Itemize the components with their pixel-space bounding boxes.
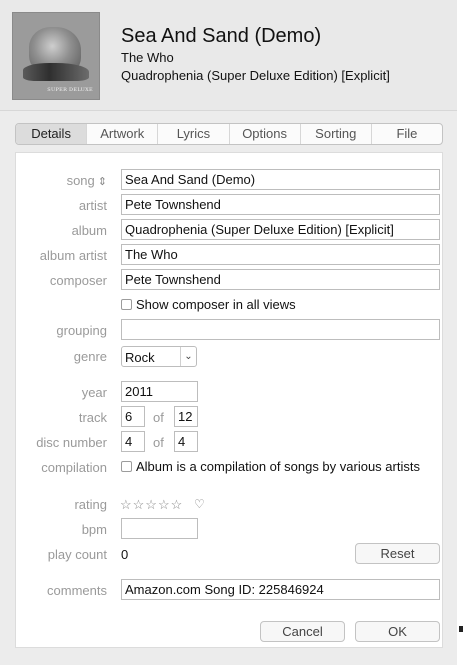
info-header: SUPER DELUXE Sea And Sand (Demo) The Who… [0,0,457,111]
artist-label: artist [78,198,107,213]
grouping-label: grouping [56,323,107,338]
get-info-window: SUPER DELUXE Sea And Sand (Demo) The Who… [0,0,457,665]
song-album: Quadrophenia (Super Deluxe Edition) [Exp… [121,68,390,83]
tab-bar: Details Artwork Lyrics Options Sorting F… [15,123,443,145]
album-artwork: SUPER DELUXE [12,12,100,100]
background-edge [457,0,463,665]
disc-total-field[interactable]: 4 [174,431,198,452]
rating-label: rating [74,497,107,512]
bpm-field[interactable] [121,518,198,539]
chevron-down-icon[interactable]: ⌄ [180,347,196,366]
disc-number-field[interactable]: 4 [121,431,145,452]
track-of-label: of [153,410,164,425]
cancel-button[interactable]: Cancel [260,621,345,642]
song-field[interactable]: Sea And Sand (Demo) [121,169,440,190]
track-number-field[interactable]: 6 [121,406,145,427]
edge-mark [459,626,463,632]
year-label: year [81,385,107,400]
tab-details[interactable]: Details [16,124,87,144]
play-count-label: play count [47,547,107,562]
play-count-value: 0 [121,547,129,562]
disc-number-label: disc number [36,435,107,450]
composer-field[interactable]: Pete Townshend [121,269,440,290]
track-total-field[interactable]: 12 [174,406,198,427]
show-composer-label[interactable]: Show composer in all views [136,297,296,312]
album-artist-field[interactable]: The Who [121,244,440,265]
song-label: song ⇕ [67,173,107,188]
love-heart-icon[interactable]: ♡ [194,497,205,511]
rating-stars[interactable]: ☆☆☆☆☆ [120,497,183,513]
reset-button[interactable]: Reset [355,543,440,564]
year-field[interactable]: 2011 [121,381,198,402]
ok-button[interactable]: OK [355,621,440,642]
genre-select[interactable]: Rock ⌄ [121,346,197,367]
track-label: track [78,410,107,425]
song-artist: The Who [121,50,174,65]
genre-label: genre [73,349,107,364]
comments-field[interactable]: Amazon.com Song ID: 225846924 [121,579,440,600]
composer-label: composer [49,273,107,288]
tab-lyrics[interactable]: Lyrics [157,124,228,144]
song-label-text: song [66,173,95,188]
disc-of-label: of [153,435,164,450]
comments-label: comments [47,583,107,598]
tab-sorting[interactable]: Sorting [299,124,371,144]
tab-file[interactable]: File [370,124,442,144]
grouping-field[interactable] [121,319,440,340]
artwork-scooter [23,63,89,81]
genre-value: Rock [125,350,155,365]
compilation-checkbox[interactable] [121,461,132,472]
artwork-caption: SUPER DELUXE [47,87,93,93]
show-composer-checkbox[interactable] [121,299,132,310]
album-label: album [71,223,107,238]
compilation-label: compilation [41,460,107,475]
bpm-label: bpm [81,522,107,537]
tab-artwork[interactable]: Artwork [86,124,157,144]
song-title: Sea And Sand (Demo) [121,25,322,47]
album-artist-label: album artist [39,248,107,263]
compilation-checkbox-label[interactable]: Album is a compilation of songs by vario… [136,459,420,474]
tab-options[interactable]: Options [228,124,300,144]
artist-field[interactable]: Pete Townshend [121,194,440,215]
sort-toggle-icon[interactable]: ⇕ [98,176,107,188]
album-field[interactable]: Quadrophenia (Super Deluxe Edition) [Exp… [121,219,440,240]
